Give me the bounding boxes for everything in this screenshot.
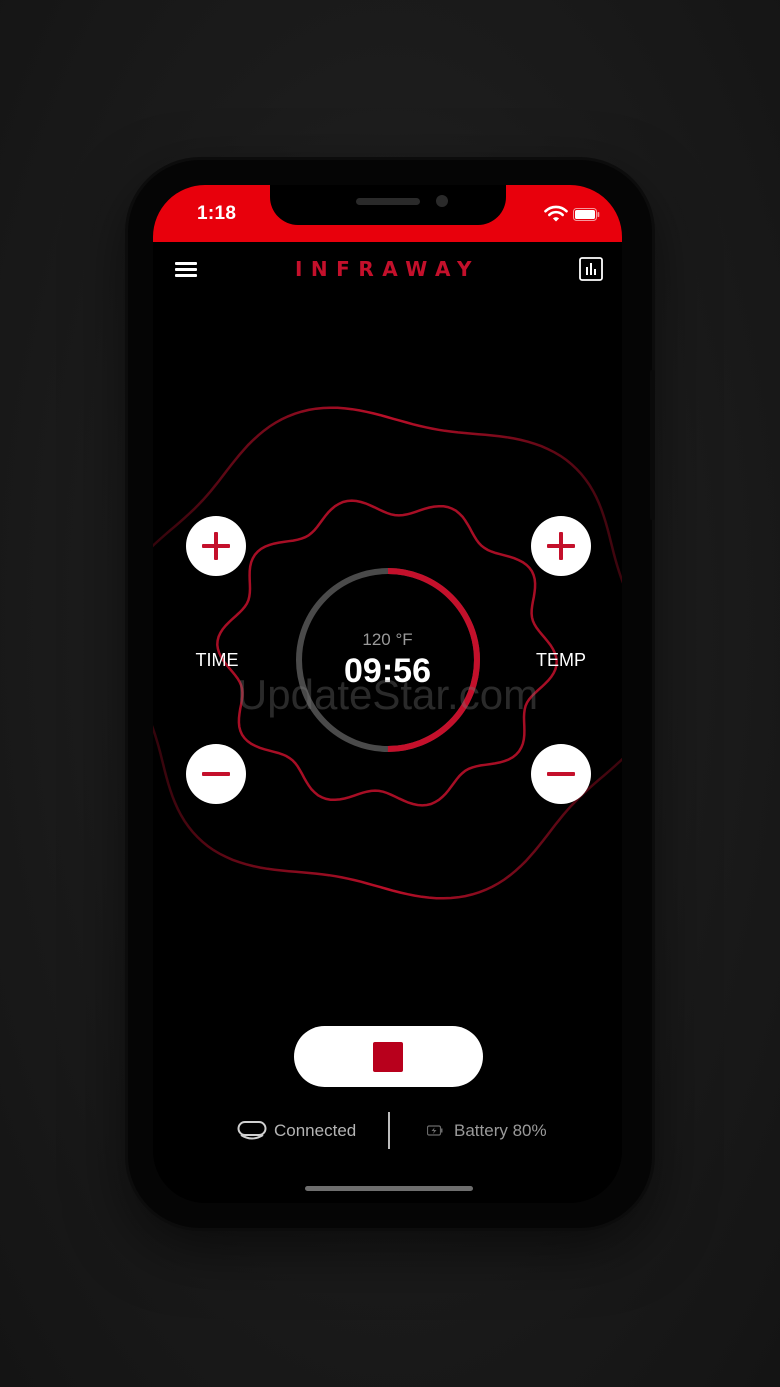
status-time: 1:18 xyxy=(197,203,237,224)
phone-side-button xyxy=(650,370,655,520)
app-brand: INFRAWAY xyxy=(294,257,481,281)
temp-decrease-button[interactable] xyxy=(531,744,591,804)
bar-chart-icon[interactable] xyxy=(579,257,603,281)
time-increase-button[interactable] xyxy=(186,516,246,576)
time-decrease-button[interactable] xyxy=(186,744,246,804)
stop-button[interactable] xyxy=(294,1026,483,1087)
battery-charging-icon xyxy=(427,1125,443,1136)
battery-icon xyxy=(573,208,600,221)
stop-icon xyxy=(373,1042,403,1072)
status-bar: 1:18 xyxy=(153,185,622,242)
notch xyxy=(270,185,506,225)
connection-status: Connected xyxy=(274,1121,357,1140)
wifi-icon xyxy=(544,205,568,222)
minus-icon xyxy=(202,772,230,776)
watermark: UpdateStar.com xyxy=(236,671,539,718)
time-label: TIME xyxy=(195,650,239,670)
footer-divider xyxy=(388,1112,390,1149)
temp-label: TEMP xyxy=(535,650,586,670)
app-screen: 1:18 INFRAWAY 120 °F 09:56 TIME TEMP Upd… xyxy=(153,185,622,1203)
battery-status: Battery 80% xyxy=(454,1121,547,1140)
minus-icon xyxy=(547,772,575,776)
home-indicator[interactable] xyxy=(305,1186,473,1191)
speaker xyxy=(356,198,420,205)
front-camera xyxy=(436,195,448,207)
temperature-setpoint: 120 °F xyxy=(362,630,413,649)
temp-increase-button[interactable] xyxy=(531,516,591,576)
device-connection-icon xyxy=(237,1121,267,1140)
